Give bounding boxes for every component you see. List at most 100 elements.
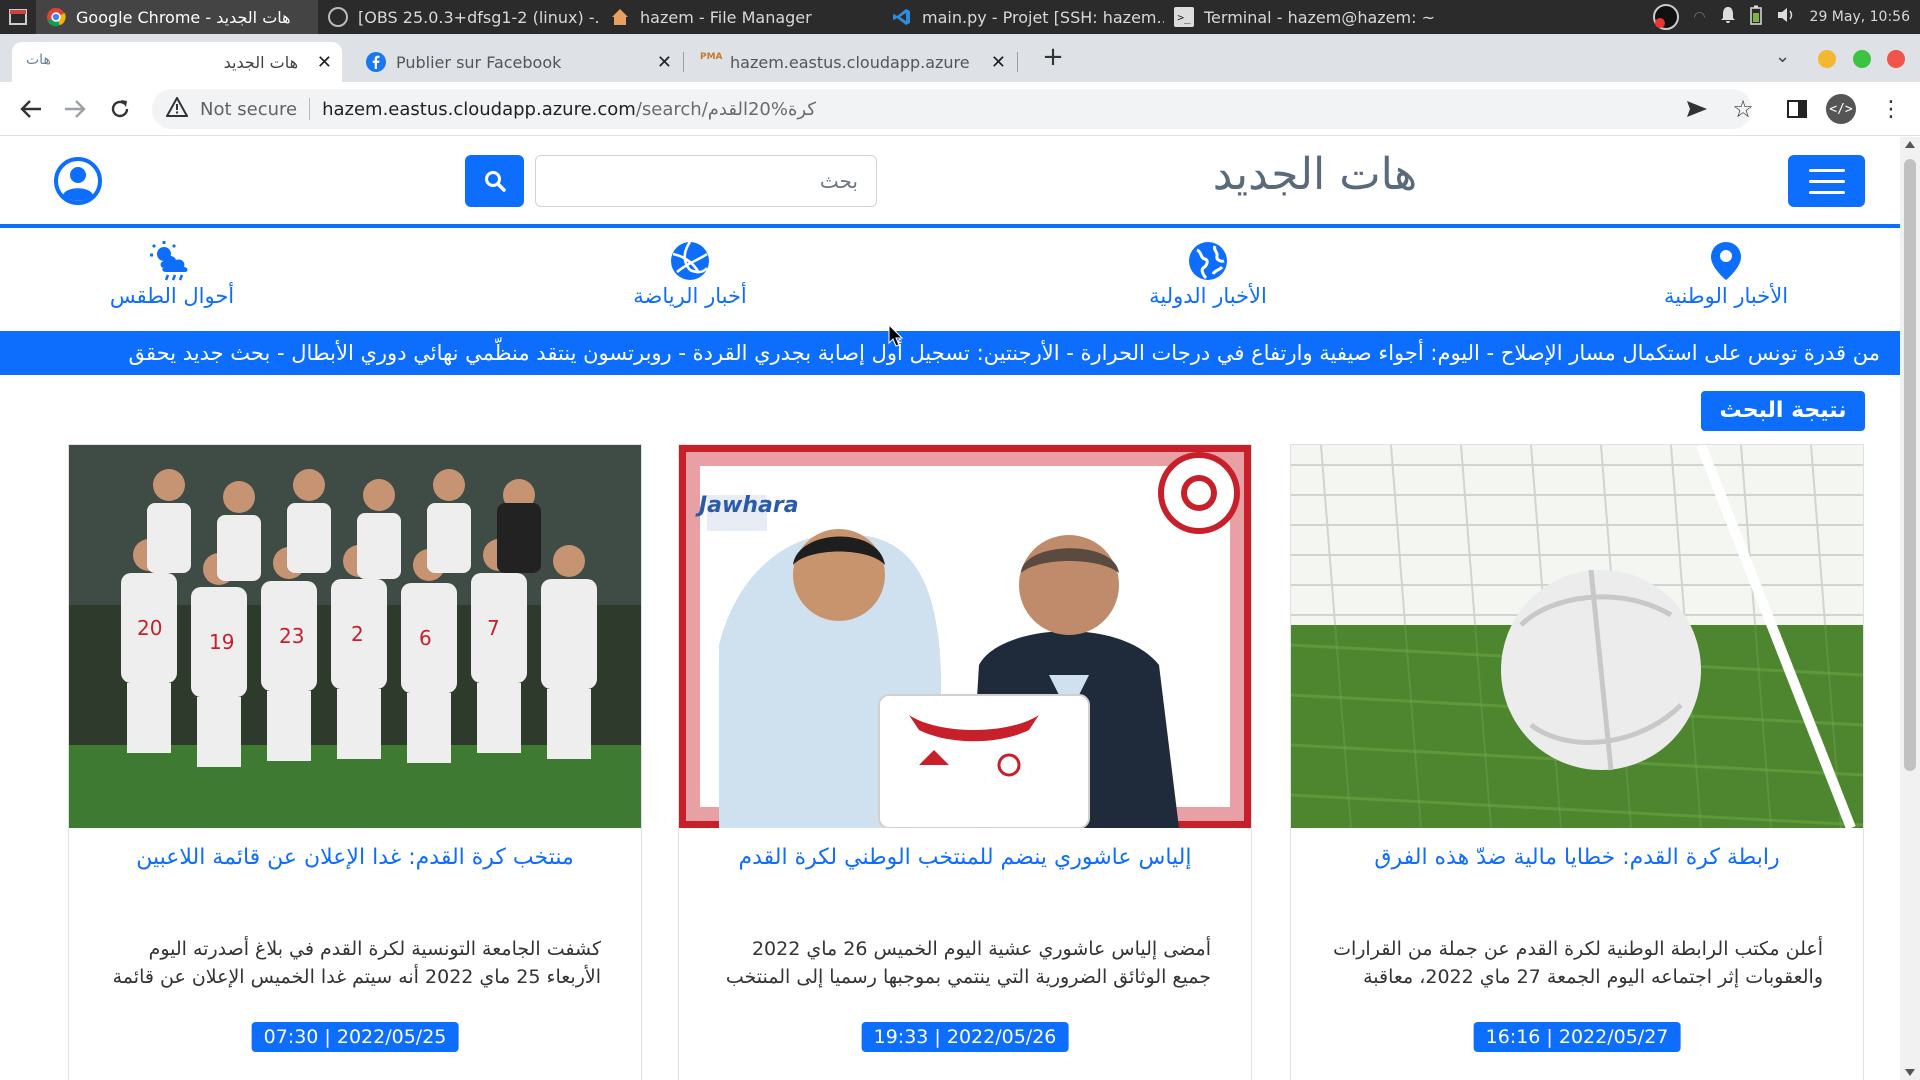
forward-icon[interactable] — [60, 94, 90, 124]
send-icon[interactable] — [1682, 94, 1712, 124]
user-profile-icon[interactable] — [54, 157, 102, 205]
article-date-badge: 07:30 | 2022/05/25 — [251, 1022, 459, 1052]
article-title[interactable]: منتخب كرة القدم: غدا الإعلان عن قائمة ال… — [69, 845, 641, 870]
category-weather[interactable]: أحوال الطقس — [42, 240, 302, 308]
clock[interactable]: 29 May, 10:56 — [1810, 9, 1910, 25]
taskbar-item-vscode[interactable]: main.py - Projet [SSH: hazem... — [882, 0, 1164, 34]
tab-hat-jadid[interactable]: هات هات الجديد ✕ — [12, 42, 342, 82]
vscode-icon — [892, 7, 912, 27]
logo-text: هات الجديد — [1212, 149, 1418, 200]
obs-icon — [328, 7, 348, 27]
tab-close-icon[interactable]: ✕ — [991, 52, 1006, 73]
scroll-down-arrow-icon[interactable] — [1905, 1069, 1915, 1076]
home-folder-icon — [610, 7, 630, 27]
tab-label: hazem.eastus.cloudapp.azure.co — [730, 52, 970, 72]
image-watermark: Jawhara — [699, 493, 799, 518]
category-label: أخبار الرياضة — [633, 284, 747, 308]
url-host: hazem.eastus.cloudapp.azure.com — [322, 98, 636, 120]
article-title[interactable]: رابطة كرة القدم: خطايا مالية ضدّ هذه الف… — [1291, 845, 1863, 870]
category-national-news[interactable]: الأخبار الوطنية — [1596, 240, 1856, 308]
obs-tray-icon[interactable] — [1653, 4, 1680, 30]
window-minimize-button[interactable] — [1818, 50, 1836, 68]
taskbar-item-chrome[interactable]: Google Chrome - هات الجديد — [36, 0, 318, 34]
facebook-icon — [366, 52, 386, 72]
address-divider — [309, 98, 311, 120]
news-ticker[interactable]: من قدرة تونس على استكمال مسار الإصلاح - … — [0, 331, 1900, 375]
article-card[interactable]: 20 19 23 2 6 7 منتخب كرة القدم: غدا الإعلان ع… — [68, 444, 642, 1080]
taskbar-item-label: hazem - File Manager — [640, 7, 812, 27]
category-nav: الأخبار الوطنية الأخبار الدولية أخبار ال… — [0, 232, 1900, 322]
globe-icon — [1189, 242, 1227, 280]
category-label: الأخبار الوطنية — [1663, 284, 1789, 308]
window-close-button[interactable] — [1887, 50, 1905, 68]
tab-close-icon[interactable]: ✕ — [317, 52, 332, 73]
category-label: أحوال الطقس — [109, 284, 235, 308]
volleyball-icon — [671, 241, 709, 280]
web-page: هات الجديد الأخبار الوطنية الأخبار الدول… — [0, 137, 1900, 1080]
article-title[interactable]: إلياس عاشوري ينضم للمنتخب الوطني لكرة ال… — [679, 845, 1251, 870]
article-description: أعلن مكتب الرابطة الوطنية لكرة القدم عن … — [1333, 938, 1823, 988]
taskbar-item-file-manager[interactable]: hazem - File Manager — [600, 0, 882, 34]
browser-toolbar: Not secure hazem.eastus.cloudapp.azure.c… — [0, 82, 1920, 136]
tab-label: Publier sur Facebook — [396, 52, 562, 72]
warning-icon[interactable] — [165, 95, 189, 122]
article-image[interactable] — [1291, 445, 1863, 828]
category-international-news[interactable]: الأخبار الدولية — [1078, 240, 1338, 308]
wifi-icon[interactable]: ◠ — [1693, 9, 1705, 25]
scrollbar-thumb[interactable] — [1904, 159, 1916, 771]
svg-text:7: 7 — [487, 616, 500, 640]
article-card[interactable]: Jawhara إلياس عاشوري ينضم للمنتخب الوطني… — [678, 444, 1252, 1080]
more-menu-icon[interactable]: ⋮ — [1876, 94, 1906, 124]
tab-close-icon[interactable]: ✕ — [657, 52, 672, 73]
taskbar-item-label: [OBS 25.0.3+dfsg1-2 (linux) -... — [358, 7, 600, 27]
svg-text:20: 20 — [137, 616, 162, 640]
taskbar-item-label: main.py - Projet [SSH: hazem... — [922, 7, 1164, 27]
search-button[interactable] — [465, 155, 524, 207]
new-tab-button[interactable]: + — [1038, 42, 1068, 72]
site-logo[interactable]: هات الجديد — [1210, 149, 1420, 209]
php-favicon-icon: PMA — [700, 52, 723, 62]
category-sports-news[interactable]: أخبار الرياضة — [560, 240, 820, 308]
hamburger-menu-button[interactable] — [1788, 155, 1865, 207]
os-app-menu-icon[interactable] — [0, 0, 36, 34]
search-input[interactable] — [535, 155, 877, 207]
window-maximize-button[interactable] — [1853, 50, 1871, 68]
page-scrollbar[interactable] — [1900, 137, 1920, 1080]
notification-bell-icon[interactable] — [1720, 6, 1736, 28]
dev-extension-icon[interactable]: </> — [1826, 94, 1856, 124]
battery-icon[interactable] — [1749, 5, 1762, 29]
mouse-cursor-icon — [888, 324, 904, 347]
svg-text:6: 6 — [419, 626, 432, 650]
site-favicon-icon: هات — [26, 52, 51, 68]
search-results-label: نتيجة البحث — [1719, 398, 1847, 423]
article-image[interactable]: 20 19 23 2 6 7 — [69, 445, 641, 828]
tab-facebook[interactable]: Publier sur Facebook ✕ — [352, 42, 684, 82]
tab-azure[interactable]: PMA hazem.eastus.cloudapp.azure.co ✕ — [686, 42, 1018, 82]
terminal-icon: >_ — [1174, 7, 1194, 27]
tab-search-chevron-icon[interactable]: ⌄ — [1775, 46, 1790, 67]
reload-icon[interactable] — [105, 94, 135, 124]
back-icon[interactable] — [16, 94, 46, 124]
svg-text:19: 19 — [209, 630, 234, 654]
article-date-badge: 16:16 | 2022/05/27 — [1473, 1022, 1681, 1052]
svg-text:2: 2 — [351, 622, 364, 646]
bookmark-star-icon[interactable]: ☆ — [1728, 94, 1758, 124]
article-description: كشفت الجامعة التونسية لكرة القدم في بلاغ… — [112, 938, 601, 988]
volume-icon[interactable] — [1776, 6, 1796, 28]
article-date-badge: 19:33 | 2022/05/26 — [861, 1022, 1069, 1052]
url-path: /search/كرة%20القدم — [635, 98, 816, 120]
article-card[interactable]: رابطة كرة القدم: خطايا مالية ضدّ هذه الف… — [1290, 444, 1864, 1080]
os-top-panel: Google Chrome - هات الجديد [OBS 25.0.3+d… — [0, 0, 1920, 34]
taskbar-item-label: Google Chrome - هات الجديد — [76, 7, 291, 27]
side-panel-icon[interactable] — [1782, 94, 1812, 124]
scroll-up-arrow-icon[interactable] — [1905, 141, 1915, 148]
search-icon — [484, 171, 506, 192]
map-pin-icon — [1711, 242, 1741, 280]
security-label[interactable]: Not secure — [200, 99, 297, 120]
article-description: أمضى إلياس عاشوري عشية اليوم الخميس 26 م… — [725, 938, 1211, 988]
article-image[interactable]: Jawhara — [679, 445, 1251, 828]
address-bar[interactable]: Not secure hazem.eastus.cloudapp.azure.c… — [152, 89, 1752, 129]
taskbar-item-obs[interactable]: [OBS 25.0.3+dfsg1-2 (linux) -... — [318, 0, 600, 34]
tab-label: هات الجديد — [223, 52, 298, 72]
taskbar-item-terminal[interactable]: >_ Terminal - hazem@hazem: ~ — [1164, 0, 1446, 34]
